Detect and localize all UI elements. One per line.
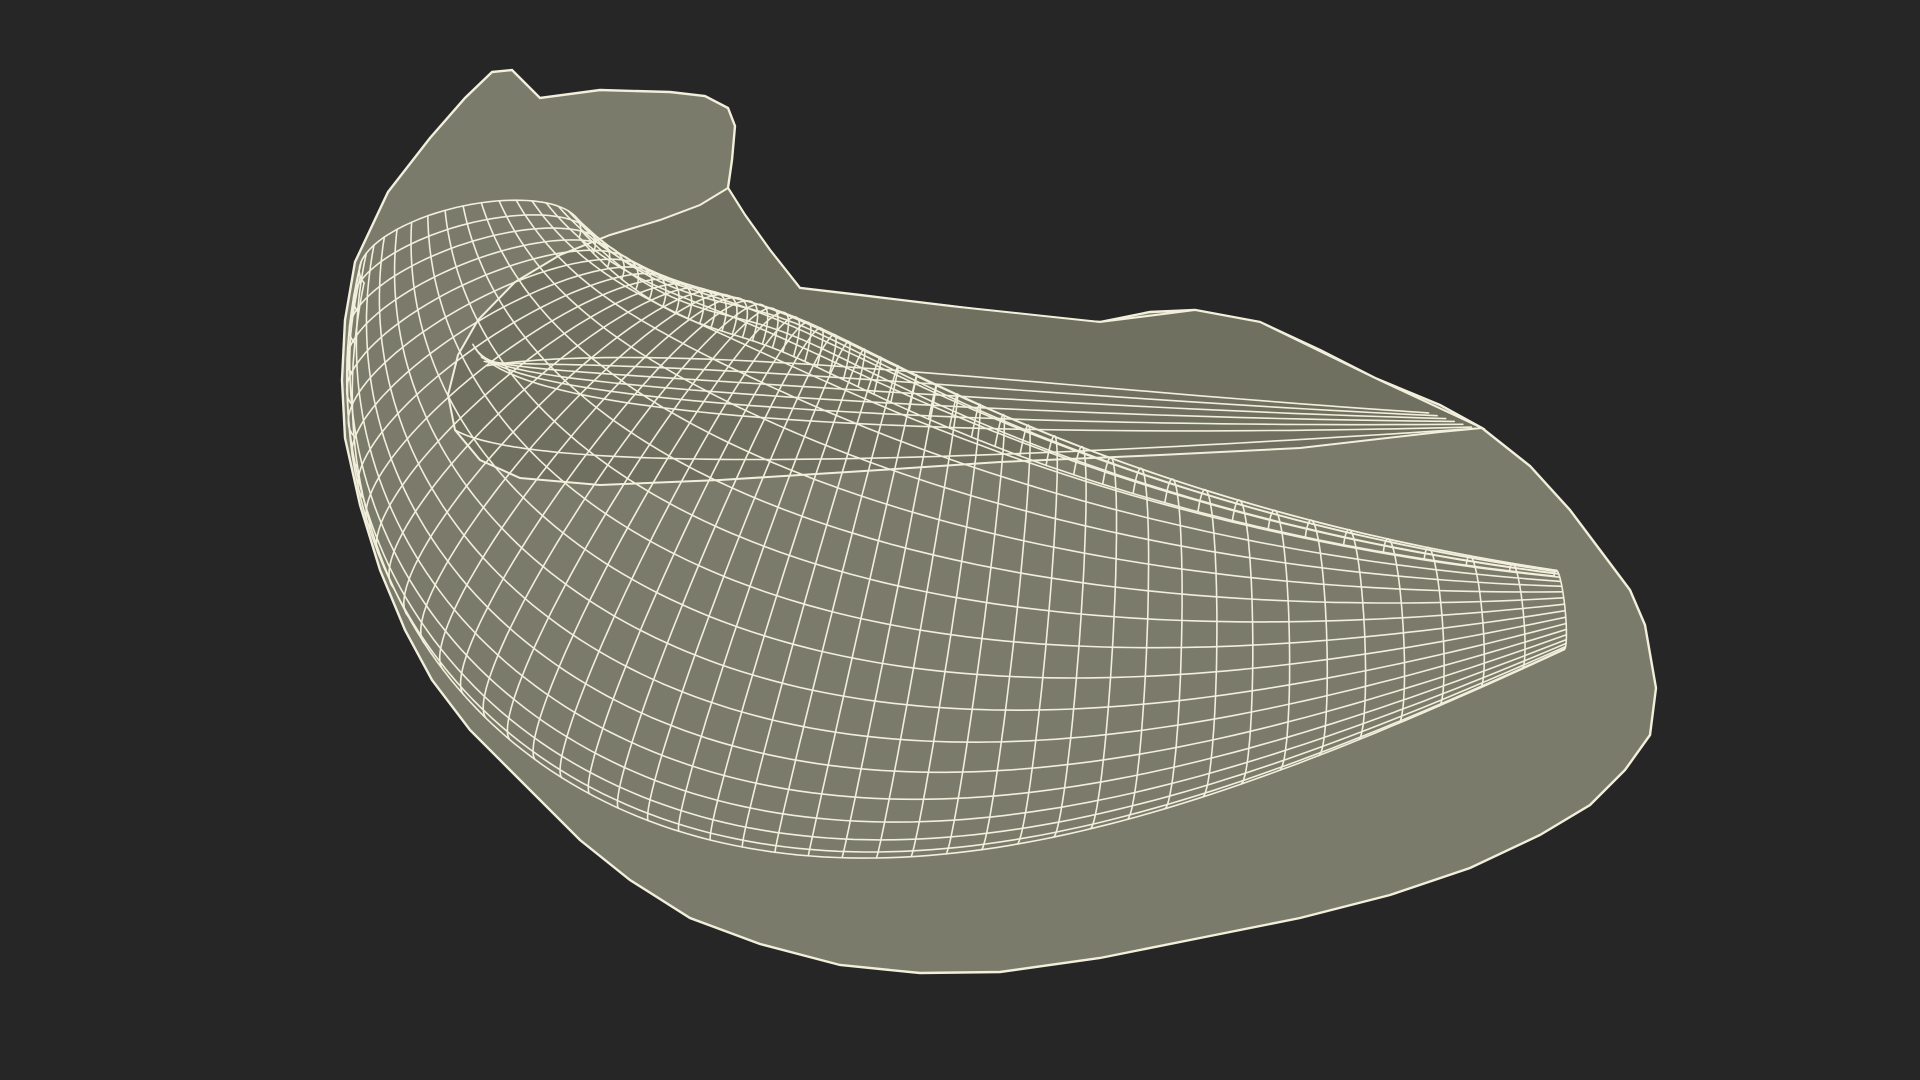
- 3d-viewport: [0, 0, 1920, 1080]
- wireframe-model: [340, 68, 1658, 975]
